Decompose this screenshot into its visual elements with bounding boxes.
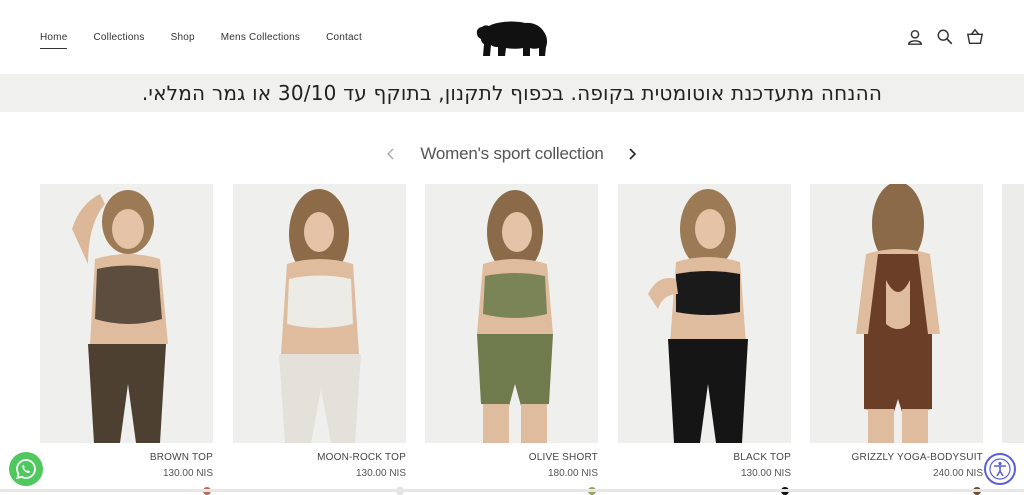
- nav-collections[interactable]: Collections: [93, 32, 144, 47]
- nav-contact[interactable]: Contact: [326, 32, 362, 47]
- product-card[interactable]: OLIVE SHORT 180.00 NIS: [425, 184, 598, 495]
- account-icon[interactable]: [906, 28, 924, 46]
- accessibility-button[interactable]: [984, 453, 1016, 485]
- product-price: 130.00 NIS: [162, 468, 213, 479]
- product-price: 180.00 NIS: [547, 468, 598, 479]
- search-icon[interactable]: [936, 28, 954, 46]
- next-arrow-icon[interactable]: [625, 144, 641, 164]
- product-card[interactable]: GRIZZLY YOGA-BODYSUIT 240.00 NIS: [810, 184, 983, 495]
- promo-text: ההנחה מתעדכנת אוטומטית בקופה. בכפוף לתקנ…: [141, 81, 883, 105]
- product-name[interactable]: MOON-ROCK TOP: [233, 452, 406, 463]
- product-card[interactable]: BLACK TOP 130.00 NIS: [618, 184, 791, 495]
- model-figure: [618, 184, 791, 443]
- product-name[interactable]: GRIZZLY YOGA-BODYSUIT: [810, 452, 983, 463]
- whatsapp-icon: [16, 459, 36, 480]
- model-figure: [40, 184, 213, 443]
- header-icons: [906, 28, 984, 46]
- promo-banner: ההנחה מתעדכנת אוטומטית בקופה. בכפוף לתקנ…: [0, 74, 1024, 112]
- product-card[interactable]: BROWN TOP 130.00 NIS: [40, 184, 213, 495]
- cart-icon[interactable]: [966, 28, 984, 46]
- product-name[interactable]: OLIVE SHORT: [425, 452, 598, 463]
- nav-mens-collections[interactable]: Mens Collections: [221, 32, 300, 47]
- product-image[interactable]: [1002, 184, 1024, 443]
- model-figure: [810, 184, 983, 443]
- nav-home[interactable]: Home: [40, 32, 68, 49]
- product-image[interactable]: [618, 184, 791, 443]
- product-price: 130.00 NIS: [355, 468, 406, 479]
- nav-shop[interactable]: Shop: [171, 32, 195, 47]
- product-price: 130.00 NIS: [740, 468, 791, 479]
- product-image[interactable]: [233, 184, 406, 443]
- product-image[interactable]: [810, 184, 983, 443]
- product-carousel: BROWN TOP 130.00 NIS MOON-ROCK TOP 130.0…: [40, 184, 1024, 495]
- whatsapp-button[interactable]: [9, 452, 43, 486]
- bear-logo[interactable]: [473, 14, 551, 62]
- main-nav: Home Collections Shop Mens Collections C…: [40, 32, 388, 49]
- product-name[interactable]: BLACK TOP: [618, 452, 791, 463]
- product-card[interactable]: MOON-ROCK TOP 130.00 NIS: [233, 184, 406, 495]
- product-image[interactable]: [425, 184, 598, 443]
- model-figure: [425, 184, 598, 443]
- collection-title[interactable]: Women's sport collection: [0, 144, 1024, 164]
- product-price: 240.00 NIS: [932, 468, 983, 479]
- site-header: Home Collections Shop Mens Collections C…: [0, 0, 1024, 76]
- product-name[interactable]: BROWN TOP: [40, 452, 213, 463]
- collection-header: Women's sport collection: [0, 140, 1024, 168]
- accessibility-icon: [989, 458, 1011, 480]
- product-card-partial[interactable]: [1002, 184, 1024, 443]
- product-image[interactable]: [40, 184, 213, 443]
- model-figure: [233, 184, 406, 443]
